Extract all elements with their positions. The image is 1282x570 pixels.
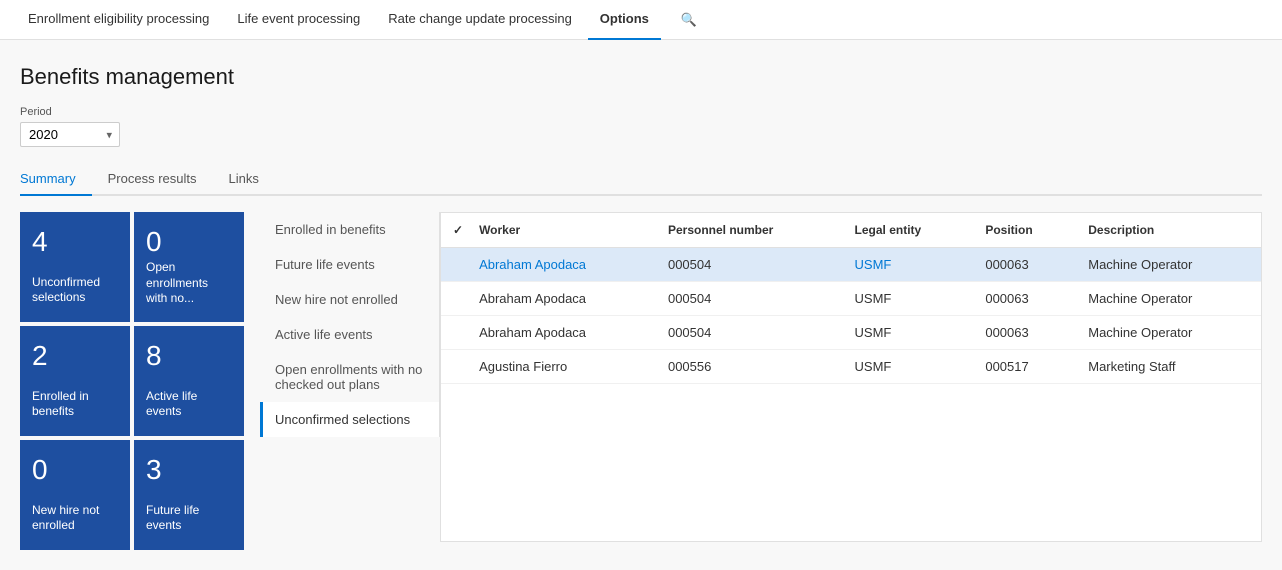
row-worker[interactable]: Abraham Apodaca: [467, 248, 656, 282]
col-check: ✓: [441, 213, 467, 248]
card-future-number: 3: [146, 456, 232, 484]
tabs-bar: Summary Process results Links: [20, 163, 1262, 196]
entity-link[interactable]: USMF: [855, 257, 892, 272]
row-entity: USMF: [843, 282, 974, 316]
col-personnel[interactable]: Personnel number: [656, 213, 843, 248]
card-open-number: 0: [146, 228, 232, 256]
col-entity[interactable]: Legal entity: [843, 213, 974, 248]
nav-life-event[interactable]: Life event processing: [225, 0, 372, 40]
row-check: [441, 282, 467, 316]
table-header-row: ✓ Worker Personnel number Legal entity P…: [441, 213, 1261, 248]
row-personnel: 000504: [656, 248, 843, 282]
sidebar-item-unconfirmed[interactable]: Unconfirmed selections: [260, 402, 439, 437]
row-entity: USMF: [843, 350, 974, 384]
sidebar-item-enrolled[interactable]: Enrolled in benefits: [260, 212, 439, 247]
table-row[interactable]: Abraham Apodaca000504USMF000063Machine O…: [441, 316, 1261, 350]
content-area: 4 Unconfirmed selections 0 Open enrollme…: [20, 212, 1262, 550]
row-entity: USMF: [843, 316, 974, 350]
main-content: Benefits management Period 2020 Summary …: [0, 40, 1282, 570]
nav-options[interactable]: Options: [588, 0, 661, 40]
table-row[interactable]: Abraham Apodaca 000504 USMF 000063Machine O…: [441, 248, 1261, 282]
period-section: Period 2020: [20, 106, 1262, 147]
card-future-life-events[interactable]: 3 Future life events: [134, 440, 244, 550]
sidebar-item-new-hire[interactable]: New hire not enrolled: [260, 282, 439, 317]
row-check: [441, 248, 467, 282]
row-check: [441, 316, 467, 350]
row-check: [441, 350, 467, 384]
row-position: 000517: [973, 350, 1076, 384]
sidebar-item-future-life[interactable]: Future life events: [260, 247, 439, 282]
detail-table: ✓ Worker Personnel number Legal entity P…: [441, 213, 1261, 384]
row-worker[interactable]: Abraham Apodaca: [467, 316, 656, 350]
sidebar-item-active-life[interactable]: Active life events: [260, 317, 439, 352]
nav-rate-change[interactable]: Rate change update processing: [376, 0, 584, 40]
card-active-label: Active life events: [146, 389, 232, 420]
row-description: Machine Operator: [1076, 316, 1261, 350]
card-unconfirmed-selections[interactable]: 4 Unconfirmed selections: [20, 212, 130, 322]
row-worker[interactable]: Abraham Apodaca: [467, 282, 656, 316]
card-active-life-events[interactable]: 8 Active life events: [134, 326, 244, 436]
col-description[interactable]: Description: [1076, 213, 1261, 248]
row-personnel: 000556: [656, 350, 843, 384]
card-enrolled-benefits[interactable]: 2 Enrolled in benefits: [20, 326, 130, 436]
row-entity[interactable]: USMF: [843, 248, 974, 282]
row-personnel: 000504: [656, 316, 843, 350]
tab-process-results[interactable]: Process results: [108, 163, 213, 196]
tab-summary[interactable]: Summary: [20, 163, 92, 196]
card-unconfirmed-number: 4: [32, 228, 118, 256]
row-description: Machine Operator: [1076, 282, 1261, 316]
cards-grid: 4 Unconfirmed selections 0 Open enrollme…: [20, 212, 244, 550]
tab-links[interactable]: Links: [229, 163, 275, 196]
worker-link[interactable]: Abraham Apodaca: [479, 257, 586, 272]
card-open-enrollments[interactable]: 0 Open enrollments with no...: [134, 212, 244, 322]
table-row[interactable]: Agustina Fierro000556USMF000517Marketing…: [441, 350, 1261, 384]
card-newhire-number: 0: [32, 456, 118, 484]
top-navigation: Enrollment eligibility processing Life e…: [0, 0, 1282, 40]
row-description: Marketing Staff: [1076, 350, 1261, 384]
detail-panel: ✓ Worker Personnel number Legal entity P…: [440, 212, 1262, 542]
card-unconfirmed-label: Unconfirmed selections: [32, 275, 118, 306]
card-newhire-label: New hire not enrolled: [32, 503, 118, 534]
table-row[interactable]: Abraham Apodaca000504USMF000063Machine O…: [441, 282, 1261, 316]
period-select[interactable]: 2020: [20, 122, 120, 147]
row-position: 000063: [973, 282, 1076, 316]
card-future-label: Future life events: [146, 503, 232, 534]
period-wrapper: 2020: [20, 122, 120, 147]
card-enrolled-number: 2: [32, 342, 118, 370]
search-icon[interactable]: 🔍: [673, 12, 705, 28]
row-description: Machine Operator: [1076, 248, 1261, 282]
col-worker[interactable]: Worker: [467, 213, 656, 248]
card-new-hire[interactable]: 0 New hire not enrolled: [20, 440, 130, 550]
col-position[interactable]: Position: [973, 213, 1076, 248]
card-active-number: 8: [146, 342, 232, 370]
card-enrolled-label: Enrolled in benefits: [32, 389, 118, 420]
row-position: 000063: [973, 248, 1076, 282]
row-position: 000063: [973, 316, 1076, 350]
row-worker[interactable]: Agustina Fierro: [467, 350, 656, 384]
period-label: Period: [20, 106, 1262, 118]
card-open-label: Open enrollments with no...: [146, 260, 232, 307]
sidebar-navigation: Enrolled in benefits Future life events …: [260, 212, 440, 437]
sidebar-item-open-enroll[interactable]: Open enrollments with no checked out pla…: [260, 352, 439, 402]
row-personnel: 000504: [656, 282, 843, 316]
nav-enrollment-eligibility[interactable]: Enrollment eligibility processing: [16, 0, 221, 40]
page-title: Benefits management: [20, 64, 1262, 90]
